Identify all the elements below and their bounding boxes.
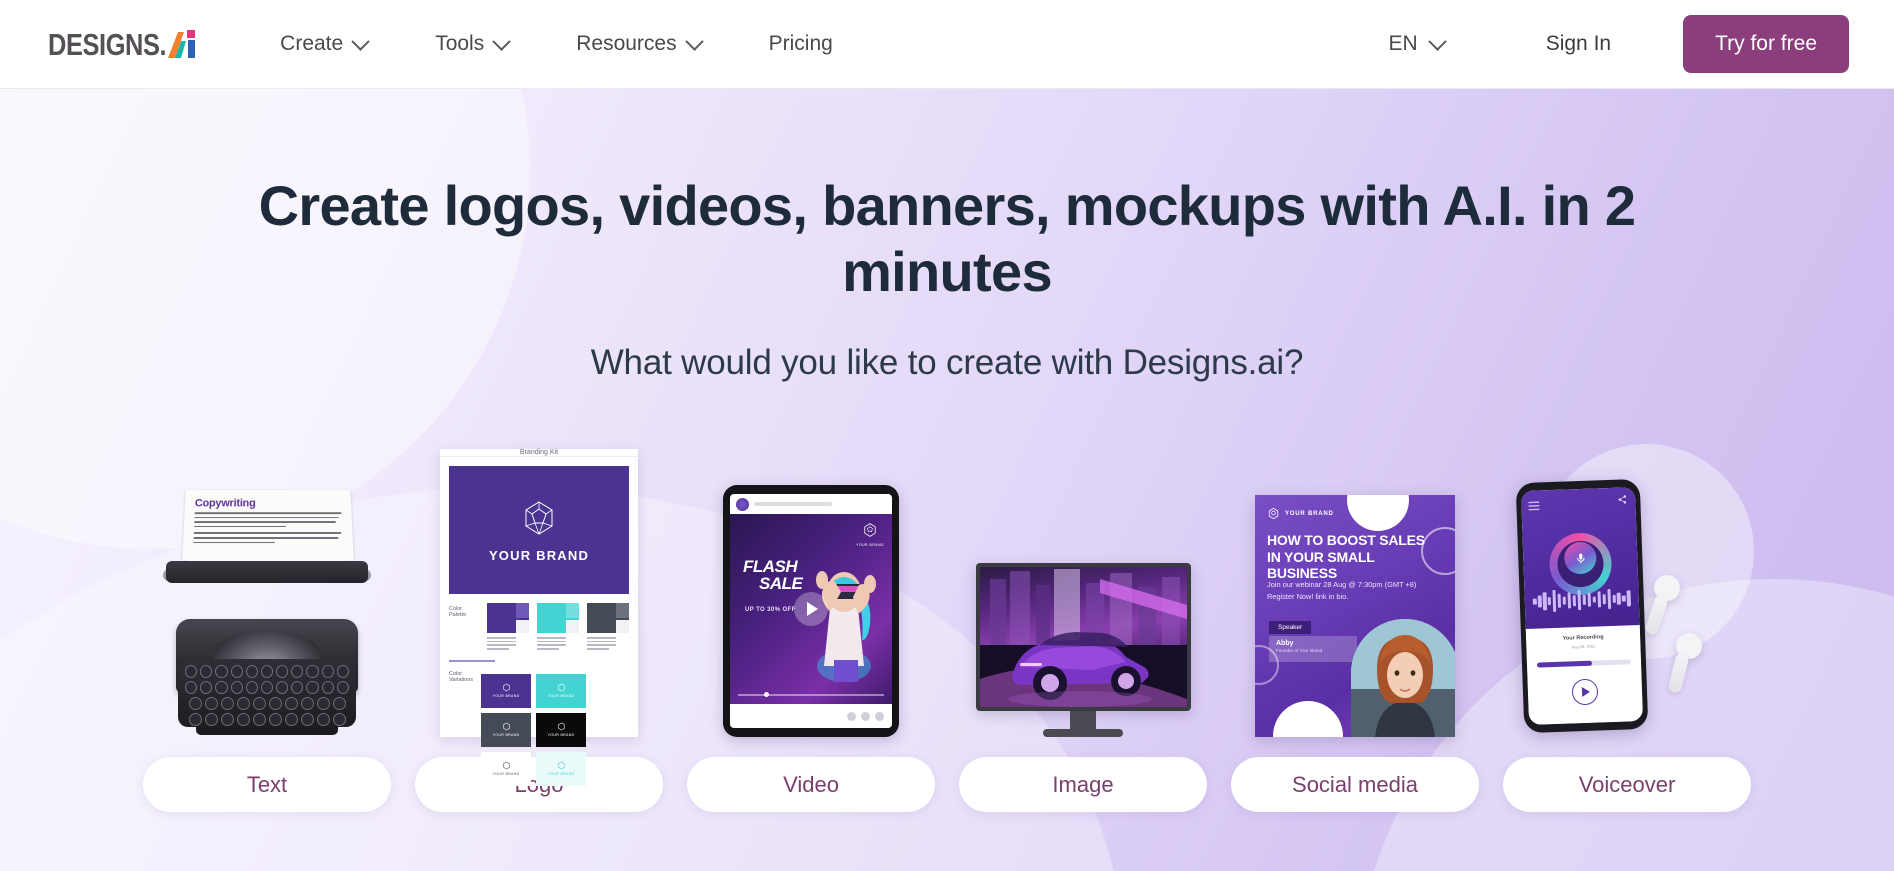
- variation-label: YOUR BRAND: [547, 694, 575, 699]
- create-card-label-text[interactable]: Text: [143, 757, 391, 813]
- create-card-voiceover[interactable]: Your Recording Aug 28, 2021 Voiceover: [1503, 437, 1751, 813]
- logo-wordmark: DESIGNS.: [48, 26, 167, 62]
- create-card-video[interactable]: YOUR BRAND FLASH SALE UP TO 30% OFF Vide…: [687, 437, 935, 813]
- variation-label: YOUR BRAND: [547, 733, 575, 738]
- main-nav: Create Tools Resources Pricing: [246, 22, 867, 66]
- monitor-stand: [1043, 729, 1123, 738]
- post-footer: [730, 704, 892, 728]
- nav-item-resources[interactable]: Resources: [542, 22, 734, 66]
- social-body: Join our webinar 28 Aug @ 7:30pm (GMT +8…: [1267, 579, 1441, 602]
- social-brand: YOUR BRAND: [1267, 507, 1334, 520]
- hero-section: Create logos, videos, banners, mockups w…: [0, 89, 1894, 871]
- social-body-line-1: Join our webinar 28 Aug @ 7:30pm (GMT +8…: [1267, 580, 1417, 590]
- logo[interactable]: DESIGNS.: [48, 24, 200, 64]
- nav-label: Pricing: [768, 32, 833, 55]
- language-label: EN: [1388, 32, 1418, 55]
- create-card-text[interactable]: Copywriting Text: [143, 437, 391, 813]
- brand-polygon-icon: [1268, 507, 1279, 520]
- play-button[interactable]: [1571, 678, 1599, 706]
- site-header: DESIGNS. Create Tools Resources Pricing: [0, 0, 1894, 89]
- variations-label: Color Variations: [449, 670, 474, 683]
- page-title: Create logos, videos, banners, mockups w…: [258, 174, 1636, 304]
- speaker-photo: [1351, 619, 1455, 738]
- typewriter-illustration: Copywriting: [143, 437, 391, 737]
- variation-label: YOUR BRAND: [547, 772, 575, 777]
- social-headline: HOW TO BOOST SALES IN YOUR SMALL BUSINES…: [1267, 532, 1447, 582]
- nav-item-tools[interactable]: Tools: [401, 22, 542, 66]
- branding-kit-title: Branding Kit: [440, 449, 638, 458]
- chevron-down-icon: [684, 31, 704, 51]
- recording-panel: Your Recording Aug 28, 2021: [1525, 625, 1644, 726]
- speaker-name: Abby: [1276, 640, 1294, 648]
- menu-icon: [1528, 501, 1540, 511]
- typewriter-keys: [178, 659, 356, 728]
- share-icon: [1618, 495, 1627, 504]
- variation-label: YOUR BRAND: [492, 694, 520, 699]
- create-card-image[interactable]: Image: [959, 437, 1207, 813]
- typewriter-paper: Copywriting: [182, 490, 354, 562]
- flash-line-1: FLASH: [743, 557, 798, 577]
- flash-sale-subline: UP TO 30% OFF: [745, 607, 796, 614]
- nav-label: Tools: [435, 32, 485, 55]
- create-card-logo[interactable]: Branding Kit YOUR BRAND Color Palette Co…: [415, 437, 663, 813]
- create-card-label-social-media[interactable]: Social media: [1231, 757, 1479, 813]
- create-card-label-image[interactable]: Image: [959, 757, 1207, 813]
- header-actions: EN Sign In Try for free: [1367, 15, 1849, 73]
- playback-progress[interactable]: [1536, 659, 1632, 668]
- earbud-left-stem: [1644, 594, 1669, 637]
- monitor-neck: [1070, 711, 1096, 730]
- recording-date: Aug 28, 2021: [1571, 643, 1596, 650]
- create-card-label-video[interactable]: Video: [687, 757, 935, 813]
- create-options-row: Copywriting Text Branding Kit YOUR BRAND…: [0, 437, 1894, 813]
- copywriting-label: Copywriting: [194, 497, 256, 510]
- avatar: [736, 497, 749, 511]
- recording-title: Your Recording: [1562, 634, 1604, 642]
- typewriter-carriage: [166, 561, 368, 584]
- video-progress-bar[interactable]: [738, 692, 884, 698]
- ai-logo-mark: [166, 27, 200, 61]
- hero-content: Create logos, videos, banners, mockups w…: [0, 89, 1894, 383]
- sports-car-image: [979, 567, 1187, 708]
- chevron-down-icon: [1428, 31, 1447, 51]
- social-post-illustration: YOUR BRAND HOW TO BOOST SALES IN YOUR SM…: [1231, 437, 1479, 738]
- page-subtitle: What would you like to create with Desig…: [590, 343, 1304, 383]
- variation-label: YOUR BRAND: [492, 772, 520, 777]
- social-body-line-2: Register Now! link in bio.: [1267, 591, 1349, 601]
- branding-kit-brand-name: YOUR BRAND: [488, 547, 590, 563]
- phone-illustration: Your Recording Aug 28, 2021: [1503, 437, 1751, 737]
- post-header: [730, 494, 892, 514]
- variation-label: YOUR BRAND: [492, 733, 520, 738]
- branding-kit-illustration: Branding Kit YOUR BRAND Color Palette Co…: [415, 437, 663, 786]
- social-brand-name: YOUR BRAND: [1285, 510, 1334, 517]
- create-card-social-media[interactable]: YOUR BRAND HOW TO BOOST SALES IN YOUR SM…: [1231, 437, 1479, 813]
- tablet-illustration: YOUR BRAND FLASH SALE UP TO 30% OFF: [687, 437, 935, 738]
- speaker-role: Founder of Your Brand: [1276, 648, 1323, 654]
- create-card-label-voiceover[interactable]: Voiceover: [1503, 757, 1751, 813]
- sign-in-link[interactable]: Sign In: [1518, 22, 1639, 66]
- nav-label: Create: [280, 32, 344, 55]
- brand-polygon-icon: [525, 501, 553, 535]
- branding-kit-hero: YOUR BRAND: [449, 466, 629, 595]
- speaker-card: Abby Founder of Your Brand: [1269, 636, 1357, 663]
- chevron-down-icon: [492, 31, 511, 51]
- palette-label: Color Palette: [449, 606, 467, 619]
- monitor-illustration: [959, 437, 1207, 738]
- social-headline-line-1: HOW TO BOOST SALES: [1267, 532, 1425, 549]
- voice-app-screen: [1520, 487, 1640, 630]
- speaker-label: Speaker: [1269, 621, 1312, 635]
- play-button[interactable]: [794, 592, 828, 627]
- earbud-right-stem: [1667, 652, 1690, 695]
- social-headline-line-2: IN YOUR SMALL BUSINESS: [1267, 548, 1375, 582]
- try-for-free-button[interactable]: Try for free: [1683, 15, 1849, 73]
- nav-item-pricing[interactable]: Pricing: [735, 22, 867, 66]
- nav-item-create[interactable]: Create: [246, 22, 401, 66]
- waveform: [1532, 587, 1632, 612]
- nav-label: Resources: [576, 32, 677, 55]
- chevron-down-icon: [351, 31, 370, 51]
- language-selector[interactable]: EN: [1367, 22, 1466, 66]
- video-frame: YOUR BRAND FLASH SALE UP TO 30% OFF: [730, 514, 892, 705]
